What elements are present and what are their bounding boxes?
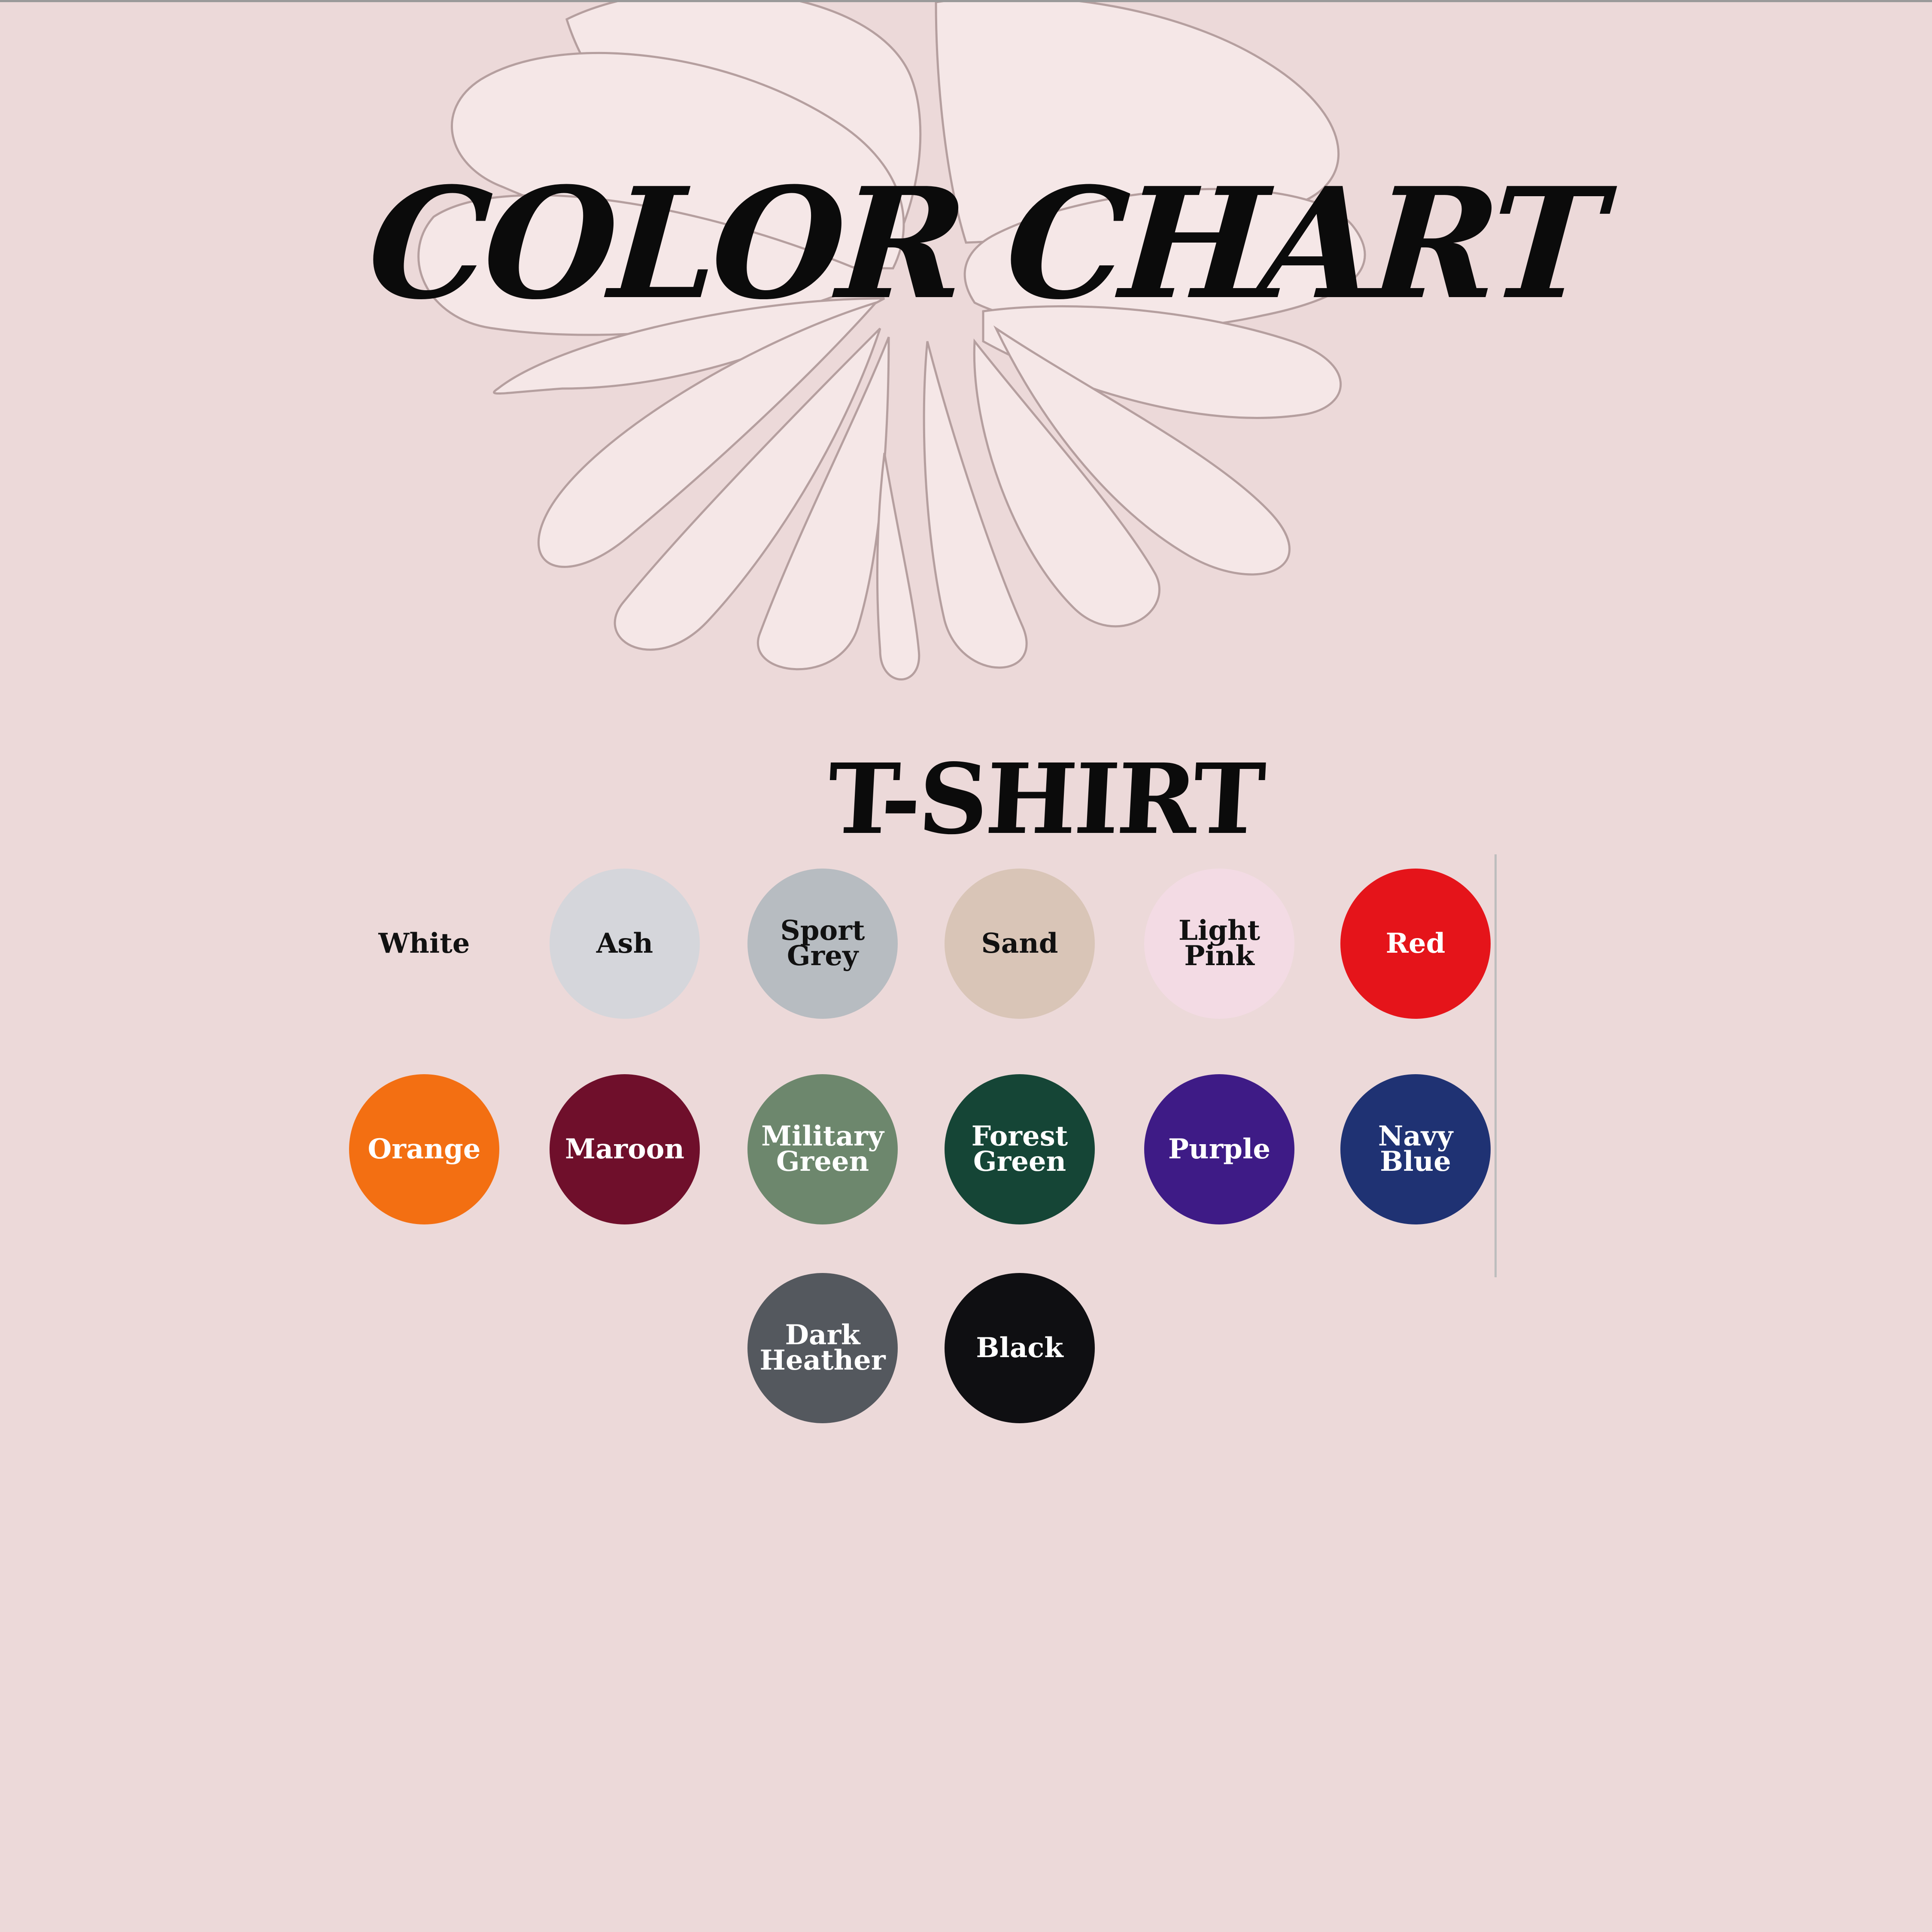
- swatch-dark-heather: Dark Heather: [747, 1273, 898, 1423]
- swatch-white: White: [378, 927, 470, 960]
- flower-petal: [876, 453, 920, 680]
- swatch-navy-blue: Navy Blue: [1340, 1074, 1491, 1224]
- swatch-military-green: Military Green: [747, 1074, 898, 1224]
- swatch-maroon: Maroon: [550, 1074, 700, 1224]
- page-title: COLOR CHART: [363, 154, 1604, 333]
- divider-line: [1495, 854, 1497, 1277]
- section-title-t-shirt: T-SHIRT: [825, 743, 1266, 856]
- swatch-black: Black: [945, 1273, 1095, 1423]
- swatch-light-pink: Light Pink: [1144, 869, 1294, 1019]
- swatch-forest-green: Forest Green: [945, 1074, 1095, 1224]
- swatch-sport-grey: Sport Grey: [747, 869, 898, 1019]
- swatch-red: Red: [1340, 869, 1491, 1019]
- swatch-sand: Sand: [945, 869, 1095, 1019]
- color-chart-page: COLOR CHART T-SHIRT White Ash Sport Grey…: [0, 0, 1932, 1932]
- swatch-purple: Purple: [1144, 1074, 1294, 1224]
- swatch-orange: Orange: [349, 1074, 499, 1224]
- swatch-ash: Ash: [550, 869, 700, 1019]
